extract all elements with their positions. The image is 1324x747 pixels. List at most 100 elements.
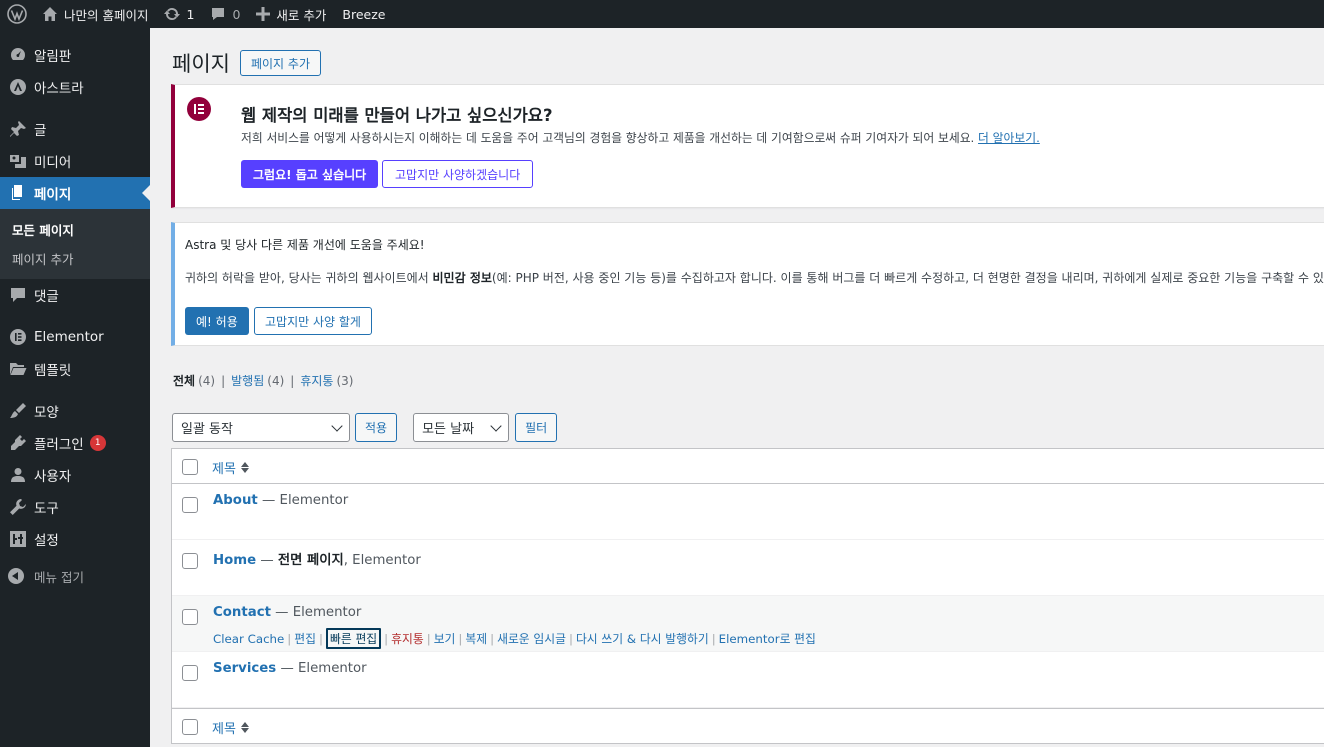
row-title: Services — Elementor [213, 661, 367, 676]
filter-all-count: (4) [198, 374, 216, 388]
menu-comments[interactable]: 댓글 [0, 279, 150, 311]
row-checkbox[interactable] [182, 553, 198, 569]
menu-settings[interactable]: 설정 [0, 523, 150, 555]
filter-published-label: 발행됨 [231, 374, 265, 388]
elementor-accept-button[interactable]: 그럼요! 돕고 싶습니다 [241, 160, 379, 188]
menu-tools-label: 도구 [34, 501, 59, 517]
date-filter-select[interactable]: 모든 날짜 [413, 413, 510, 442]
collapse-menu-label: 메뉴 접기 [34, 569, 84, 585]
select-all-checkbox-footer[interactable] [182, 719, 198, 735]
new-content-link[interactable]: 새로 추가 [248, 0, 334, 28]
filter-published-count: (4) [267, 374, 285, 388]
astra-decline-button[interactable]: 고맙지만 사양 할게 [254, 307, 372, 335]
menu-elementor[interactable]: Elementor [0, 321, 150, 353]
table-row: Services — Elementor [172, 652, 1324, 708]
astra-notice-title: Astra 및 당사 다른 제품 개선에 도움을 주세요! [185, 238, 425, 252]
menu-astra[interactable]: 아스트라 [0, 71, 150, 103]
sort-icon [240, 722, 249, 733]
elementor-logo-icon [187, 97, 211, 121]
menu-users-label: 사용자 [34, 469, 72, 485]
page-title-link[interactable]: Contact [213, 605, 271, 620]
menu-pages[interactable]: 페이지 [0, 177, 150, 209]
astra-allow-button[interactable]: 예! 허용 [185, 307, 249, 335]
media-icon [8, 151, 28, 171]
user-icon [8, 465, 28, 485]
menu-templates[interactable]: 템플릿 [0, 353, 150, 385]
menu-media[interactable]: 미디어 [0, 145, 150, 177]
menu-settings-label: 설정 [34, 533, 59, 549]
astra-notice-text: 귀하의 허락을 받아, 당사는 귀하의 웹사이트에서 비민감 정보(예: PHP… [185, 269, 1324, 286]
clear-cache-link[interactable]: Clear Cache [213, 632, 284, 646]
filter-trash[interactable]: 휴지통 (3) [300, 372, 353, 389]
collapse-menu-button[interactable]: 메뉴 접기 [0, 559, 150, 593]
updates-icon [164, 8, 181, 20]
bulk-action-select[interactable]: 일괄 동작 [172, 413, 350, 442]
trash-link[interactable]: 휴지통 [391, 630, 424, 647]
menu-posts[interactable]: 글 [0, 113, 150, 145]
page-title: 페이지 [172, 52, 230, 76]
menu-dashboard[interactable]: 알림판 [0, 39, 150, 71]
page-state: Elementor [297, 661, 367, 676]
site-name-link[interactable]: 나만의 홈페이지 [34, 0, 156, 28]
filter-all[interactable]: 전체 (4) [173, 372, 215, 389]
pages-table: 제목 About — Elementor Home — 전면 페이지, Elem… [171, 448, 1324, 744]
row-checkbox[interactable] [182, 609, 198, 625]
pages-icon [8, 183, 28, 203]
page-title-link[interactable]: About [213, 493, 258, 508]
table-nav: 일괄 동작 적용 모든 날짜 필터 [172, 413, 558, 442]
elementor-decline-button[interactable]: 고맙지만 사양하겠습니다 [382, 160, 534, 188]
site-name-label: 나만의 홈페이지 [64, 7, 149, 23]
status-filter-links: 전체 (4) | 발행됨 (4) | 휴지통 (3) [173, 372, 353, 389]
plus-icon [256, 7, 271, 21]
row-checkbox[interactable] [182, 665, 198, 681]
page-title-link[interactable]: Home [213, 553, 256, 568]
menu-users[interactable]: 사용자 [0, 459, 150, 491]
page-state-front: 전면 페이지 [277, 553, 344, 568]
updates-count: 1 [186, 6, 195, 22]
pages-submenu: 모든 페이지 페이지 추가 [0, 209, 150, 279]
title-column-footer[interactable]: 제목 [212, 718, 249, 737]
menu-appearance[interactable]: 모양 [0, 395, 150, 427]
row-actions: Clear Cache | 편집 | 빠른 편집 | 휴지통 | 보기 | 복제 | 새로운… [213, 628, 816, 649]
admin-bar: 나만의 홈페이지 1 0 새로 추가 Breeze [0, 0, 1324, 28]
brush-icon [8, 401, 28, 421]
breeze-link[interactable]: Breeze [334, 0, 393, 28]
edit-with-elementor-link[interactable]: Elementor로 편집 [719, 630, 816, 647]
title-column-header[interactable]: 제목 [212, 458, 249, 477]
astra-text-post: (예: PHP 버전, 사용 중인 기능 등)를 수집하고자 합니다. 이를 통… [491, 271, 1324, 285]
rewrite-republish-link[interactable]: 다시 쓰기 & 다시 발행하기 [576, 630, 709, 647]
page-title-link[interactable]: Services [213, 661, 276, 676]
filter-published[interactable]: 발행됨 (4) [231, 372, 284, 389]
learn-more-link[interactable]: 더 알아보기. [978, 131, 1040, 145]
quick-edit-link[interactable]: 빠른 편집 [325, 628, 382, 649]
submenu-all-pages[interactable]: 모든 페이지 [0, 215, 150, 244]
wordpress-logo-icon[interactable] [0, 0, 34, 28]
pin-icon [8, 119, 28, 139]
menu-tools[interactable]: 도구 [0, 491, 150, 523]
row-title: About — Elementor [213, 493, 349, 508]
add-page-button[interactable]: 페이지 추가 [239, 50, 321, 76]
new-draft-link[interactable]: 새로운 임시글 [497, 630, 566, 647]
view-link[interactable]: 보기 [434, 630, 456, 647]
table-row: Contact — Elementor Clear Cache | 편집 | 빠른 … [172, 596, 1324, 652]
row-checkbox[interactable] [182, 497, 198, 513]
select-all-checkbox[interactable] [182, 459, 198, 475]
astra-notice: Astra 및 당사 다른 제품 개선에 도움을 주세요! 귀하의 허락을 받아… [171, 222, 1324, 346]
comments-link[interactable]: 0 [202, 0, 248, 28]
filter-trash-count: (3) [336, 374, 354, 388]
comment-bubble-icon [212, 8, 225, 20]
submenu-add-page[interactable]: 페이지 추가 [0, 244, 150, 273]
main-content: 페이지 페이지 추가 웹 제작의 미래를 만들어 나가고 싶으신가요? 저희 서… [150, 28, 1324, 747]
edit-link[interactable]: 편집 [294, 630, 316, 647]
updates-link[interactable]: 1 [156, 0, 202, 28]
duplicate-link[interactable]: 복제 [465, 630, 487, 647]
wrench-icon [8, 497, 28, 517]
apply-button[interactable]: 적용 [355, 413, 398, 442]
menu-posts-label: 글 [34, 123, 47, 139]
page-state: Elementor [352, 553, 421, 568]
menu-plugins[interactable]: 플러그인 1 [0, 427, 150, 459]
filter-button[interactable]: 필터 [515, 413, 558, 442]
menu-astra-label: 아스트라 [34, 81, 84, 97]
sort-icon [240, 462, 249, 473]
filter-all-label: 전체 [173, 374, 196, 388]
